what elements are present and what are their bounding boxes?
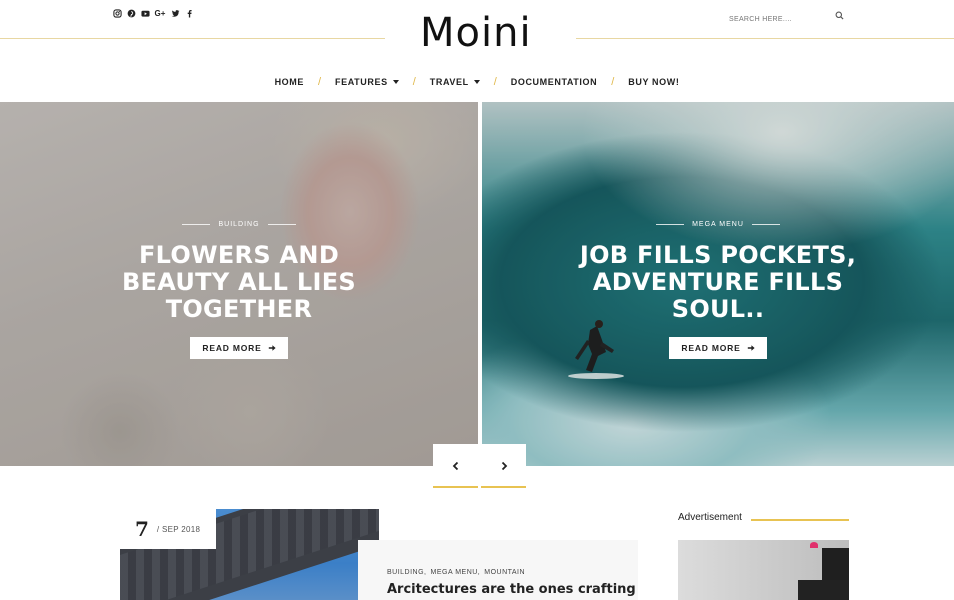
main-nav: HOME / FEATURES / TRAVEL / DOCUMENTATION… xyxy=(0,70,954,94)
social-links: G+ xyxy=(112,8,194,18)
nav-item-documentation[interactable]: DOCUMENTATION xyxy=(511,77,597,87)
header-divider-left xyxy=(0,38,385,39)
nav-separator: / xyxy=(611,76,615,88)
ad-logo-mark xyxy=(810,542,818,548)
category-rule xyxy=(751,224,780,225)
advertisement-banner[interactable] xyxy=(678,540,849,600)
pinterest-icon[interactable] xyxy=(126,8,136,18)
read-more-label: READ MORE xyxy=(202,343,262,353)
ad-graphic xyxy=(798,580,849,600)
header: G+ Moini xyxy=(0,0,954,56)
slide-title[interactable]: FLOWERS AND BEAUTY ALL LIES TOGETHER xyxy=(0,242,478,323)
slide-flowers[interactable]: BUILDING FLOWERS AND BEAUTY ALL LIES TOG… xyxy=(0,102,478,466)
advertisement-underline xyxy=(751,519,849,521)
slide-title-line: ADVENTURE FILLS xyxy=(592,268,844,296)
logo-text: Moini xyxy=(420,10,532,56)
category-rule xyxy=(267,224,296,225)
slide-title-line: SOUL.. xyxy=(671,295,765,323)
post-month-year: / SEP 2018 xyxy=(156,524,201,534)
nav-item-travel[interactable]: TRAVEL xyxy=(430,77,480,87)
chevron-left-icon xyxy=(452,461,458,471)
slide-title-line: JOB FILLS POCKETS, xyxy=(579,241,857,269)
slide-surfing[interactable]: MEGA MENU JOB FILLS POCKETS, ADVENTURE F… xyxy=(482,102,954,466)
facebook-icon[interactable] xyxy=(184,8,194,18)
slide-content: BUILDING FLOWERS AND BEAUTY ALL LIES TOG… xyxy=(0,212,478,359)
slide-category[interactable]: MEGA MENU xyxy=(656,221,780,228)
site-logo[interactable]: Moini xyxy=(420,10,544,56)
post-date: 7 / SEP 2018 xyxy=(120,509,216,549)
post-day: 7 xyxy=(135,517,149,541)
nav-item-features[interactable]: FEATURES xyxy=(335,77,399,87)
search-box xyxy=(729,8,845,28)
arrow-right-icon xyxy=(747,345,755,351)
nav-separator: / xyxy=(493,76,497,88)
nav-separator: / xyxy=(317,76,322,88)
slide-title-line: FLOWERS AND xyxy=(138,241,340,269)
twitter-icon[interactable] xyxy=(170,8,180,18)
arrow-right-icon xyxy=(268,345,276,351)
post-title[interactable]: Arcitectures are the ones crafting xyxy=(387,582,638,597)
chevron-right-icon xyxy=(501,461,507,471)
header-divider-right xyxy=(576,38,954,39)
nav-item-home[interactable]: HOME xyxy=(275,77,304,87)
nav-separator: / xyxy=(412,76,416,88)
slider-next-underline xyxy=(481,486,526,488)
slide-title[interactable]: JOB FILLS POCKETS, ADVENTURE FILLS SOUL.… xyxy=(482,242,954,323)
read-more-label: READ MORE xyxy=(681,343,741,353)
tag-link[interactable]: BUILDING, xyxy=(387,569,427,576)
category-label: BUILDING xyxy=(218,221,260,228)
slider-next-button[interactable] xyxy=(481,444,526,488)
slider-prev-underline xyxy=(433,486,478,488)
advertisement-heading: Advertisement xyxy=(678,512,742,523)
caret-down-icon xyxy=(392,80,399,84)
search-icon[interactable] xyxy=(835,11,844,20)
slide-category[interactable]: BUILDING xyxy=(182,221,296,228)
google-plus-icon[interactable]: G+ xyxy=(154,8,166,18)
instagram-icon[interactable] xyxy=(112,8,122,18)
tag-link[interactable]: MOUNTAIN xyxy=(484,569,525,576)
read-more-button[interactable]: READ MORE xyxy=(669,337,767,359)
search-input[interactable] xyxy=(729,11,829,28)
slide-title-line: TOGETHER xyxy=(165,295,313,323)
category-rule xyxy=(656,224,685,225)
category-rule xyxy=(182,224,211,225)
read-more-button[interactable]: READ MORE xyxy=(190,337,288,359)
tag-link[interactable]: MEGA MENU, xyxy=(431,569,481,576)
category-label: MEGA MENU xyxy=(692,221,744,228)
slide-content: MEGA MENU JOB FILLS POCKETS, ADVENTURE F… xyxy=(482,212,954,359)
nav-item-buy-now[interactable]: BUY NOW! xyxy=(628,77,679,87)
post-tags: BUILDING, MEGA MENU, MOUNTAIN xyxy=(387,569,638,576)
slide-title-line: BEAUTY ALL LIES xyxy=(121,268,357,296)
slider-prev-button[interactable] xyxy=(433,444,478,488)
post-card: BUILDING, MEGA MENU, MOUNTAIN Arcitectur… xyxy=(358,540,638,600)
youtube-icon[interactable] xyxy=(140,8,150,18)
caret-down-icon xyxy=(473,80,480,84)
